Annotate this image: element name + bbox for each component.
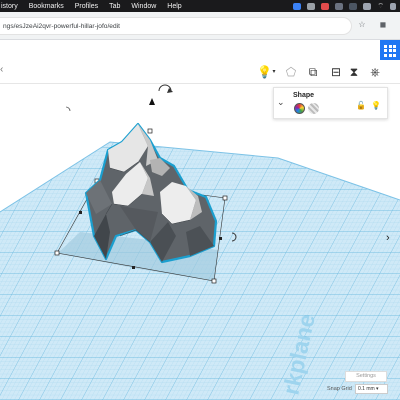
edge-handle[interactable] — [79, 211, 82, 214]
align-icon[interactable]: ⊟ — [329, 65, 343, 79]
snap-grid-select[interactable]: 0.1 mm ▾ — [355, 384, 388, 394]
browser-chrome: ngs/esJzeAi2qvr-powerful-hillar-jofo/edi… — [0, 12, 400, 40]
inspector-title: Shape — [293, 92, 315, 99]
edge-handle[interactable] — [132, 266, 135, 269]
resize-handle[interactable] — [222, 195, 228, 201]
wifi-icon[interactable]: ⌔ — [377, 2, 384, 11]
address-text: ngs/esJzeAi2qvr-powerful-hillar-jofo/edi… — [3, 22, 120, 30]
menu-list: istory Bookmarks Profiles Tab Window Hel… — [0, 3, 182, 10]
lightbulb-icon[interactable]: 💡 — [257, 65, 272, 79]
workplane-icon[interactable]: ⎈ — [368, 65, 382, 79]
menu-history[interactable]: istory — [1, 3, 18, 10]
menu-tab[interactable]: Tab — [109, 3, 120, 10]
rotate-arrow-tip — [167, 88, 173, 93]
settings-button[interactable]: Settings — [345, 371, 387, 382]
rotate-arrow-small-icon[interactable] — [65, 106, 71, 112]
snap-grid-label: Snap Grid — [327, 386, 352, 392]
height-handle[interactable] — [147, 128, 153, 134]
shape-inspector: ⌄ Shape 🔓 💡 — [273, 87, 388, 119]
menu-window[interactable]: Window — [131, 3, 156, 10]
note-icon[interactable]: ⬠ — [284, 65, 298, 79]
group-icon[interactable]: ⧉ — [306, 65, 320, 79]
apps-icon[interactable] — [380, 40, 400, 60]
resize-handle[interactable] — [54, 250, 60, 256]
status-area: ⌔ — [293, 0, 400, 12]
lock-icon[interactable]: 🔓 — [356, 101, 366, 110]
control-center-icon[interactable] — [390, 2, 396, 10]
scene-svg: rkplane — [0, 84, 400, 400]
hole-swatch[interactable] — [308, 103, 319, 114]
menu-bookmarks[interactable]: Bookmarks — [29, 3, 64, 10]
lightbulb-dropdown-icon[interactable]: ▾ — [271, 65, 277, 79]
status-app-icon[interactable] — [293, 2, 302, 10]
mirror-icon[interactable]: ⧗ — [347, 65, 361, 79]
edge-handle[interactable] — [219, 237, 222, 240]
mac-menubar: istory Bookmarks Profiles Tab Window Hel… — [0, 0, 400, 12]
status-sync-icon[interactable] — [307, 2, 316, 10]
visibility-bulb-icon[interactable]: 💡 — [371, 101, 381, 110]
menu-help[interactable]: Help — [167, 3, 181, 10]
status-bluetooth-icon[interactable] — [335, 2, 344, 10]
address-bar[interactable]: ngs/esJzeAi2qvr-powerful-hillar-jofo/edi… — [0, 17, 352, 35]
extensions-icon[interactable]: ◼ — [378, 20, 388, 30]
lift-cone-icon[interactable] — [149, 98, 155, 105]
resize-handle[interactable] — [211, 278, 217, 284]
workspace-canvas[interactable]: rkplane — [0, 84, 400, 400]
solid-color-swatch[interactable] — [294, 103, 305, 114]
back-nav-icon[interactable]: ‹ — [0, 64, 3, 75]
status-box-icon[interactable] — [349, 2, 358, 10]
app-window: istory Bookmarks Profiles Tab Window Hel… — [0, 0, 400, 400]
editor-toolbar: ‹ 💡 ▾ ⬠ ⧉ ⊟ ⧗ ⎈ — [0, 60, 400, 84]
collapse-chevron-icon[interactable]: ⌄ — [277, 97, 285, 108]
star-icon[interactable]: ☆ — [357, 20, 367, 30]
status-record-icon[interactable] — [321, 2, 330, 10]
menu-profiles[interactable]: Profiles — [75, 3, 98, 10]
status-battery-icon[interactable] — [363, 2, 372, 10]
chevron-right-icon[interactable]: › — [386, 232, 390, 244]
